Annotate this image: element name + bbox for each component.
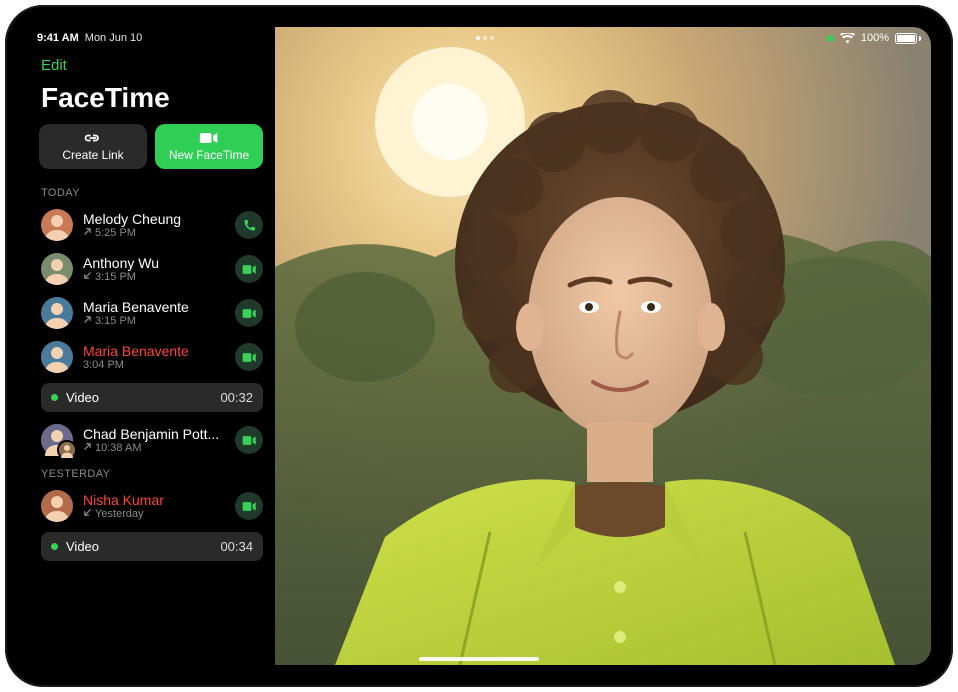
status-date: Mon Jun 10: [85, 32, 142, 44]
home-indicator[interactable]: [419, 657, 539, 661]
call-time: 3:04 PM: [83, 359, 225, 371]
unread-dot-icon: [51, 543, 58, 550]
avatar: [41, 341, 73, 373]
call-name: Anthony Wu: [83, 255, 225, 271]
multitasking-dots-icon[interactable]: [476, 36, 494, 40]
call-time: 3:15 PM: [83, 271, 225, 283]
audio-call-button[interactable]: [235, 211, 263, 239]
call-time: Yesterday: [83, 508, 225, 520]
call-time: 3:15 PM: [83, 315, 225, 327]
section-header-yesterday: YESTERDAY: [27, 462, 275, 484]
avatar: [41, 209, 73, 241]
call-name: Nisha Kumar: [83, 492, 225, 508]
call-direction-icon: [83, 271, 92, 283]
screen: 9:41 AM Mon Jun 10 100% Edit FaceTime: [27, 27, 931, 665]
call-name: Chad Benjamin Pott...: [83, 426, 225, 442]
create-link-button[interactable]: Create Link: [39, 124, 147, 169]
video-call-button[interactable]: [235, 255, 263, 283]
avatar: [41, 490, 73, 522]
ipad-device-frame: 9:41 AM Mon Jun 10 100% Edit FaceTime: [5, 5, 953, 687]
voicemail-label: Video: [66, 539, 99, 554]
status-bar: 9:41 AM Mon Jun 10 100%: [27, 27, 931, 49]
call-item[interactable]: Nisha Kumar Yesterday: [27, 484, 275, 528]
call-direction-icon: [83, 315, 92, 327]
voicemail-row[interactable]: Video 00:32: [41, 383, 263, 412]
call-name: Maria Benavente: [83, 343, 225, 359]
status-time: 9:41 AM: [37, 32, 79, 44]
unread-dot-icon: [51, 394, 58, 401]
link-icon: [83, 130, 103, 146]
battery-percentage: 100%: [861, 32, 889, 44]
app-title: FaceTime: [27, 82, 275, 124]
battery-icon: [895, 33, 921, 44]
call-item[interactable]: Maria Benavente 3:04 PM: [27, 335, 275, 379]
camera-preview-area[interactable]: [275, 27, 931, 665]
voicemail-label: Video: [66, 390, 99, 405]
avatar: [41, 424, 73, 456]
video-call-button[interactable]: [235, 426, 263, 454]
new-facetime-button[interactable]: New FaceTime: [155, 124, 263, 169]
call-name: Maria Benavente: [83, 299, 225, 315]
voicemail-row[interactable]: Video 00:34: [41, 532, 263, 561]
camera-in-use-indicator-icon: [827, 35, 834, 42]
call-item[interactable]: Melody Cheung 5:25 PM: [27, 203, 275, 247]
avatar: [41, 253, 73, 285]
video-call-button[interactable]: [235, 343, 263, 371]
call-item[interactable]: Anthony Wu 3:15 PM: [27, 247, 275, 291]
new-facetime-label: New FaceTime: [169, 148, 249, 162]
self-view-video: [275, 27, 931, 665]
call-direction-icon: [83, 442, 92, 454]
create-link-label: Create Link: [62, 148, 123, 162]
edit-button[interactable]: Edit: [27, 53, 275, 82]
voicemail-duration: 00:32: [220, 390, 253, 405]
call-direction-icon: [83, 508, 92, 520]
sidebar: Edit FaceTime Create Link New FaceTime T…: [27, 27, 275, 665]
video-call-button[interactable]: [235, 492, 263, 520]
call-item[interactable]: Chad Benjamin Pott... 10:38 AM: [27, 418, 275, 462]
call-name: Melody Cheung: [83, 211, 225, 227]
section-header-today: TODAY: [27, 181, 275, 203]
wifi-icon: [840, 33, 855, 44]
call-direction-icon: [83, 227, 92, 239]
voicemail-duration: 00:34: [220, 539, 253, 554]
avatar: [41, 297, 73, 329]
call-item[interactable]: Maria Benavente 3:15 PM: [27, 291, 275, 335]
call-list: TODAY Melody Cheung 5:25 PM Anthony Wu 3…: [27, 181, 275, 665]
call-time: 10:38 AM: [83, 442, 225, 454]
video-call-button[interactable]: [235, 299, 263, 327]
call-time: 5:25 PM: [83, 227, 225, 239]
video-camera-icon: [199, 130, 219, 146]
